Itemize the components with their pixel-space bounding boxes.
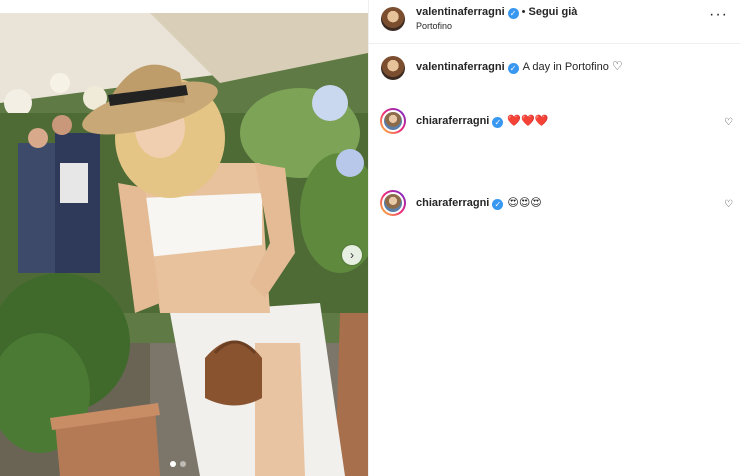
commenter-avatar[interactable]: [380, 108, 406, 134]
comment-row: chiaraferragni ✓ ❤️❤️❤️ ♡: [369, 108, 740, 142]
carousel-dot: [170, 461, 176, 467]
more-options-icon[interactable]: ···: [709, 7, 728, 23]
caption-text: A day in Portofino: [522, 61, 609, 73]
photo-illustration: [0, 13, 368, 476]
carousel-dot: [180, 461, 186, 467]
caption-text-line: valentinaferragni ✓ A day in Portofino ♡: [416, 59, 623, 74]
comment-row: chiaraferragni ✓ 😍😍😍 ♡: [369, 190, 740, 224]
chevron-right-icon: ›: [350, 248, 354, 262]
post-photo[interactable]: ›: [0, 13, 368, 476]
carousel-next-button[interactable]: ›: [342, 245, 362, 265]
verified-badge-icon: ✓: [507, 8, 519, 19]
verified-badge-icon: ✓: [492, 199, 504, 210]
caption-row: valentinaferragni ✓ A day in Portofino ♡: [369, 56, 740, 86]
author-avatar[interactable]: [381, 7, 405, 31]
verified-badge-icon: ✓: [492, 117, 504, 128]
post-location[interactable]: Portofino: [416, 21, 452, 31]
comment-like-heart-icon[interactable]: ♡: [724, 117, 733, 128]
comment-username[interactable]: chiaraferragni: [416, 197, 489, 209]
author-username[interactable]: valentinaferragni: [416, 6, 505, 18]
comment-like-heart-icon[interactable]: ♡: [724, 199, 733, 210]
caption-avatar[interactable]: [381, 56, 405, 80]
comment-text: ❤️❤️❤️: [507, 115, 549, 127]
author-line: valentinaferragni ✓ • Segui già: [416, 6, 577, 19]
comment-text-line: chiaraferragni ✓ 😍😍😍: [416, 196, 542, 210]
caption-username[interactable]: valentinaferragni: [416, 61, 505, 73]
separator-dot: •: [521, 6, 526, 18]
post-header: valentinaferragni ✓ • Segui già Portofino ·…: [369, 0, 740, 44]
comment-username[interactable]: chiaraferragni: [416, 115, 489, 127]
verified-badge-icon: ✓: [507, 63, 519, 74]
comment-text: 😍😍😍: [507, 197, 542, 209]
follow-button[interactable]: Segui già: [529, 6, 578, 18]
carousel-dots: [170, 461, 186, 467]
post-side-panel: valentinaferragni ✓ • Segui già Portofino ·…: [368, 0, 740, 476]
heart-outline-icon: ♡: [611, 59, 623, 73]
commenter-avatar[interactable]: [380, 190, 406, 216]
comment-text-line: chiaraferragni ✓ ❤️❤️❤️: [416, 114, 548, 128]
